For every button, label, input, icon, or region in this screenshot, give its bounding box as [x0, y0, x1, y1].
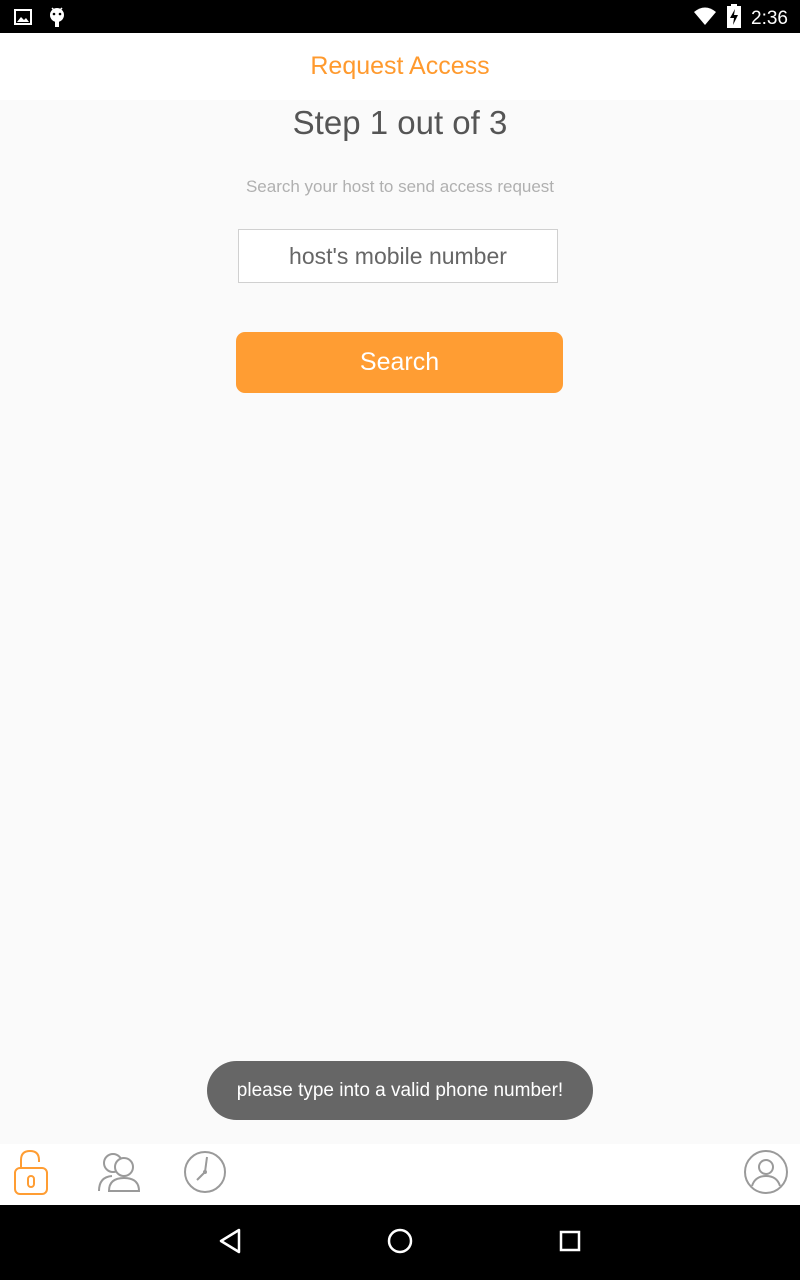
app-bar: Request Access: [0, 33, 800, 100]
bottom-tab-bar: [0, 1144, 800, 1205]
host-mobile-number-input[interactable]: [238, 229, 558, 283]
step-indicator: Step 1 out of 3: [292, 104, 508, 141]
android-debug-icon: [48, 6, 66, 33]
tab-request-access[interactable]: [5, 1148, 57, 1200]
toast-message: please type into a valid phone number!: [207, 1061, 593, 1120]
tab-history[interactable]: [179, 1148, 231, 1200]
battery-charging-icon: [727, 4, 742, 33]
page-title: Request Access: [310, 52, 490, 80]
status-bar-right: 2:36: [693, 4, 788, 33]
status-time: 2:36: [751, 7, 788, 29]
status-bar-left: [14, 6, 66, 33]
unlock-icon: [11, 1148, 51, 1201]
status-bar: 2:36: [0, 0, 800, 33]
home-icon: [386, 1227, 414, 1260]
screen: 2:36 Request Access Step 1 out of 3 Sear…: [0, 0, 800, 1280]
image-icon: [14, 8, 32, 31]
instruction-text: Search your host to send access request: [245, 177, 555, 196]
wifi-icon: [693, 6, 717, 31]
people-icon: [96, 1151, 142, 1198]
profile-icon: [743, 1149, 789, 1200]
clock-icon: [183, 1150, 227, 1199]
back-icon: [217, 1227, 243, 1260]
system-navigation-bar: [0, 1205, 800, 1280]
recents-icon: [558, 1229, 582, 1258]
home-button[interactable]: [382, 1225, 418, 1261]
back-button[interactable]: [212, 1225, 248, 1261]
tab-profile[interactable]: [740, 1148, 792, 1200]
recents-button[interactable]: [552, 1225, 588, 1261]
tab-contacts[interactable]: [93, 1148, 145, 1200]
search-button[interactable]: Search: [236, 332, 563, 393]
